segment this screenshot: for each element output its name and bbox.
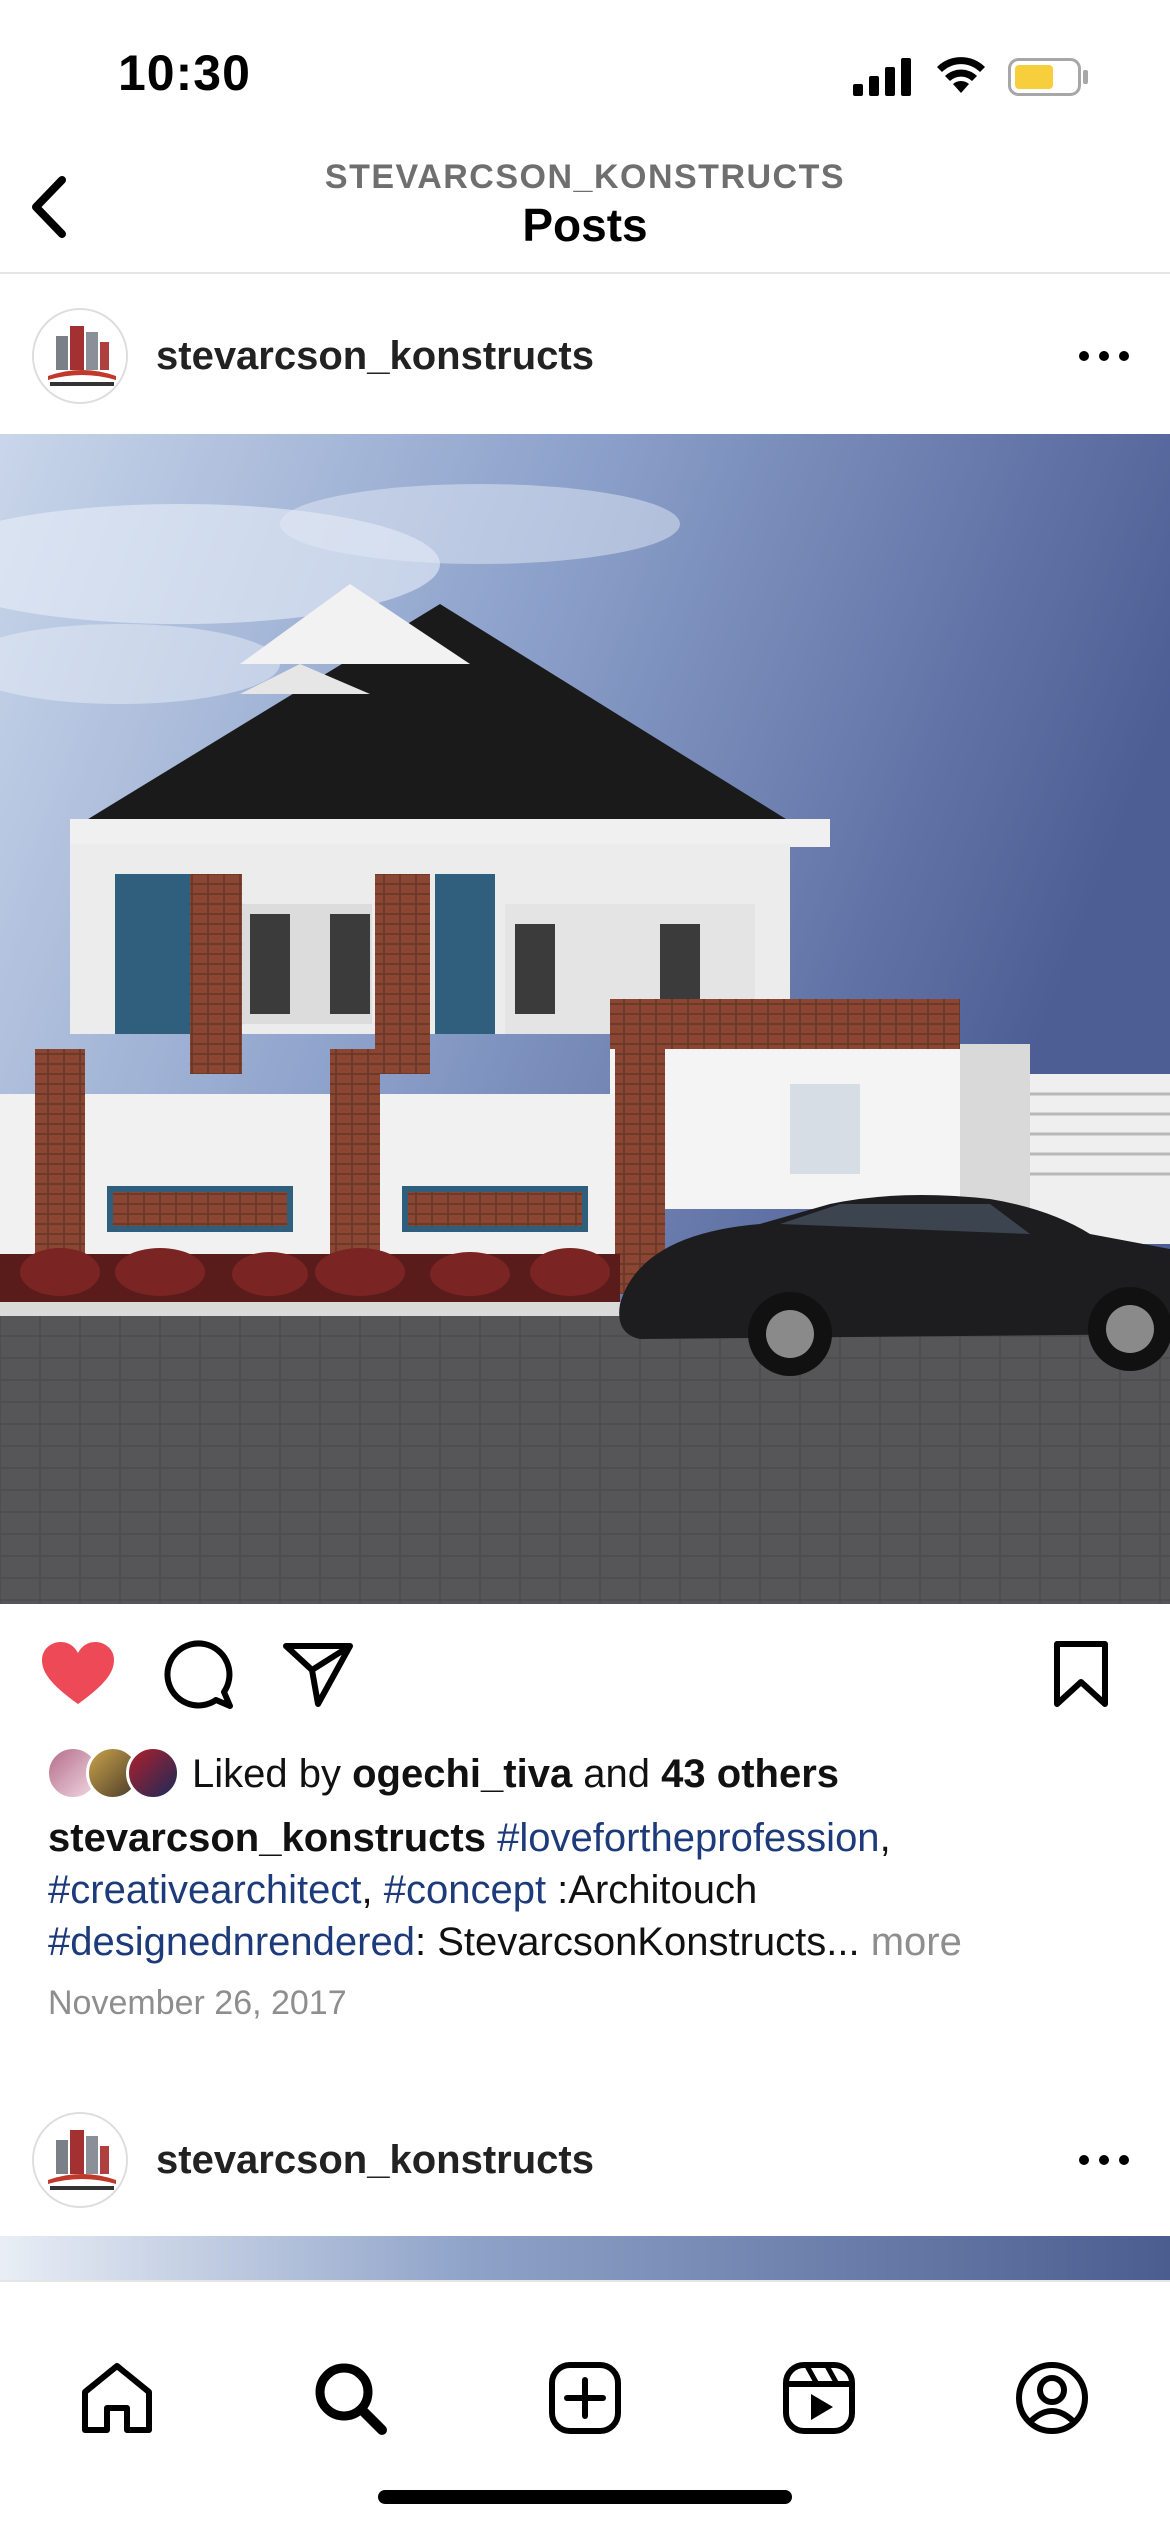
bookmark-icon[interactable] [1052, 1640, 1110, 1708]
liked-by-others[interactable]: 43 others [661, 1752, 839, 1796]
liker-avatar [126, 1746, 180, 1800]
caption-text: : StevarcsonKonstructs... [414, 1920, 871, 1964]
caption-text: , [361, 1868, 384, 1912]
comment-icon[interactable] [164, 1640, 234, 1710]
home-icon[interactable] [79, 2360, 155, 2436]
status-bar: 10:30 [0, 0, 1170, 150]
hashtag[interactable]: #concept [384, 1868, 546, 1912]
post-caption: stevarcson_konstructs #lovefortheprofess… [48, 1812, 1138, 1968]
hashtag[interactable]: #creativearchitect [48, 1868, 361, 1912]
page-title: Posts [522, 199, 648, 251]
more-icon[interactable] [1074, 344, 1134, 368]
home-indicator [378, 2490, 792, 2504]
cellular-signal-icon [853, 58, 911, 96]
hashtag[interactable]: #designednrendered [48, 1920, 415, 1964]
header-username: STEVARCSON_KONSTRUCTS [324, 158, 846, 196]
reels-icon[interactable] [781, 2360, 857, 2436]
post-username[interactable]: stevarcson_konstructs [156, 2138, 594, 2183]
battery-icon [1008, 58, 1088, 96]
avatar[interactable] [32, 2112, 128, 2208]
search-icon[interactable] [312, 2360, 388, 2436]
posts-header: STEVARCSON_KONSTRUCTS Posts [0, 150, 1170, 274]
likes-summary[interactable]: Liked by ogechi_tiva and 43 others [46, 1746, 1146, 1802]
house-render-image [0, 434, 1170, 1604]
post-username[interactable]: stevarcson_konstructs [156, 334, 594, 379]
brand-logo-icon [34, 310, 126, 402]
share-icon[interactable] [282, 1640, 354, 1708]
post-header: stevarcson_konstructs [0, 274, 1170, 434]
wifi-icon [937, 57, 985, 93]
liked-by-user[interactable]: ogechi_tiva [352, 1752, 572, 1796]
liked-by-and: and [572, 1752, 662, 1796]
post-actions [0, 1604, 1170, 1744]
caption-text: , [879, 1816, 891, 1860]
hashtag[interactable]: #lovefortheprofession [497, 1816, 879, 1860]
profile-icon[interactable] [1014, 2360, 1090, 2436]
liked-by-prefix: Liked by [192, 1752, 353, 1796]
next-post-image[interactable] [0, 2236, 1170, 2284]
post-image[interactable] [0, 434, 1170, 1604]
more-icon[interactable] [1074, 2148, 1134, 2172]
post-date: November 26, 2017 [48, 1984, 347, 2022]
caption-text: :Architouch [546, 1868, 758, 1912]
avatar[interactable] [32, 308, 128, 404]
caption-more-link[interactable]: more [871, 1920, 962, 1964]
caption-username[interactable]: stevarcson_konstructs [48, 1816, 486, 1860]
likes-text: Liked by ogechi_tiva and 43 others [192, 1752, 839, 1797]
brand-logo-icon [34, 2114, 126, 2206]
status-time: 10:30 [118, 45, 251, 101]
create-icon[interactable] [547, 2360, 623, 2436]
next-post-header: stevarcson_konstructs [0, 2078, 1170, 2238]
heart-icon[interactable] [40, 1640, 116, 1708]
